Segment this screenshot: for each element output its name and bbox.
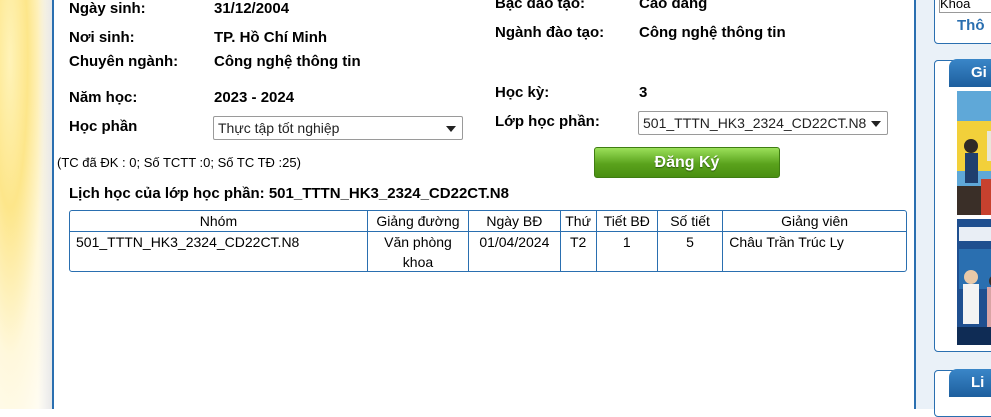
semester-label: Học kỳ:: [495, 84, 550, 101]
major-label: Chuyên ngành:: [69, 53, 179, 70]
register-button[interactable]: Đăng Ký: [594, 147, 780, 178]
faculty-select[interactable]: Khoa: [939, 0, 991, 13]
chevron-down-icon: [871, 121, 881, 127]
cell-group: 501_TTTN_HK3_2324_CD22CT.N8: [70, 231, 368, 272]
cell-room: Văn phòng khoa: [367, 231, 470, 272]
sidebar-box-info: Khoa Thô: [934, 0, 991, 44]
level-label: Bậc đào tạo:: [495, 0, 586, 12]
level-value: Cao đẳng: [639, 0, 708, 12]
right-sidebar: Khoa Thô Gi Li: [916, 0, 991, 417]
class-select-value: 501_TTTN_HK3_2324_CD22CT.N8: [643, 115, 867, 131]
module-select-value: Thực tập tốt nghiệp: [218, 120, 340, 136]
cell-lecturer: Châu Trần Trúc Ly: [729, 234, 844, 250]
links-header: Li: [949, 369, 991, 397]
class-label: Lớp học phần:: [495, 113, 600, 130]
dob-value: 31/12/2004: [214, 0, 290, 17]
schedule-table: Nhóm Giảng đường Ngày BĐ Thứ Tiết BĐ Số …: [69, 210, 907, 272]
cell-start-period: 1: [596, 231, 658, 272]
schedule-title: Lịch học của lớp học phần: 501_TTTN_HK3_…: [69, 185, 509, 202]
page-background: [0, 0, 52, 409]
module-select[interactable]: Thực tập tốt nghiệp: [213, 116, 463, 140]
module-label: Học phần: [69, 118, 138, 135]
sidebar-box-gallery: Gi: [934, 59, 991, 352]
year-value: 2023 - 2024: [214, 89, 295, 106]
registration-panel: Ngày sinh: 31/12/2004 Nơi sinh: TP. Hồ C…: [52, 0, 916, 409]
sidebar-box-links: Li: [934, 369, 991, 417]
gallery-photo-2[interactable]: [957, 219, 991, 345]
cell-weekday: T2: [560, 231, 597, 272]
col-periods: Số tiết: [657, 211, 724, 232]
col-group: Nhóm: [70, 211, 368, 232]
gallery-header: Gi: [949, 59, 991, 87]
class-select[interactable]: 501_TTTN_HK3_2324_CD22CT.N8: [638, 111, 888, 135]
gallery-photo-1[interactable]: [957, 91, 991, 215]
col-room: Giảng đường: [367, 211, 470, 232]
table-header-row: Nhóm Giảng đường Ngày BĐ Thứ Tiết BĐ Số …: [70, 211, 906, 232]
cell-periods: 5: [657, 231, 724, 272]
major-value: Công nghệ thông tin: [214, 53, 361, 70]
col-lecturer: Giảng viên: [722, 211, 906, 232]
field-value: Công nghệ thông tin: [639, 24, 786, 41]
credits-info: (TC đã ĐK : 0; Số TCTT :0; Số TC TĐ :25): [57, 155, 301, 170]
sidebar-link[interactable]: Thô: [957, 17, 985, 34]
background-shade: [38, 0, 52, 409]
col-start-period: Tiết BĐ: [596, 211, 658, 232]
dob-label: Ngày sinh:: [69, 0, 146, 17]
birthplace-label: Nơi sinh:: [69, 29, 135, 46]
chevron-down-icon: [446, 126, 456, 132]
birthplace-value: TP. Hồ Chí Minh: [214, 29, 328, 46]
col-start-date: Ngày BĐ: [468, 211, 561, 232]
col-weekday: Thứ: [560, 211, 597, 232]
cell-start-date: 01/04/2024: [468, 231, 561, 272]
field-label: Ngành đào tạo:: [495, 24, 605, 41]
semester-value: 3: [639, 84, 648, 101]
table-row: 501_TTTN_HK3_2324_CD22CT.N8 Văn phòng kh…: [70, 231, 906, 272]
year-label: Năm học:: [69, 89, 138, 106]
